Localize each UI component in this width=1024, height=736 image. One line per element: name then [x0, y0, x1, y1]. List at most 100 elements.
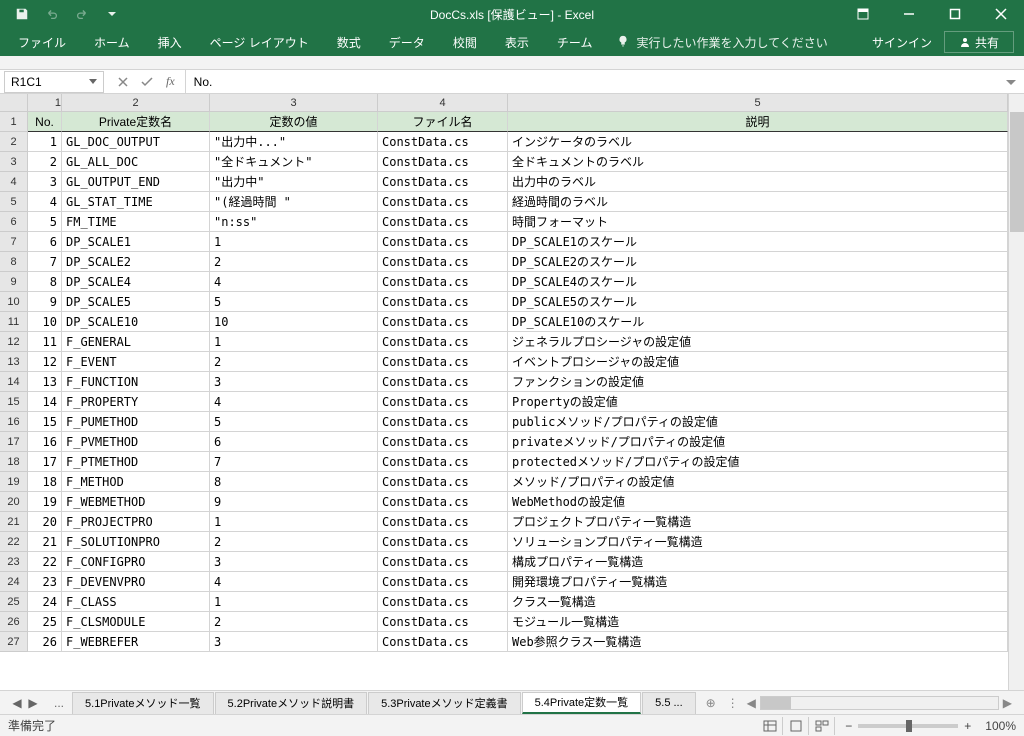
cell[interactable]: ConstData.cs — [378, 612, 508, 632]
col-header[interactable]: 3 — [210, 94, 378, 112]
row-header[interactable]: 15 — [0, 392, 28, 412]
tab-formulas[interactable]: 数式 — [323, 28, 375, 56]
row-header[interactable]: 14 — [0, 372, 28, 392]
cell[interactable]: 10 — [210, 312, 378, 332]
row-header[interactable]: 2 — [0, 132, 28, 152]
cell[interactable]: F_CLASS — [62, 592, 210, 612]
cell[interactable]: ConstData.cs — [378, 632, 508, 652]
row-header[interactable]: 24 — [0, 572, 28, 592]
row-header[interactable]: 17 — [0, 432, 28, 452]
pagebreak-view-button[interactable] — [809, 717, 835, 735]
cell[interactable]: メソッド/プロパティの設定値 — [508, 472, 1008, 492]
cell[interactable]: 4 — [28, 192, 62, 212]
row-header[interactable]: 6 — [0, 212, 28, 232]
header-cell[interactable]: Private定数名 — [62, 112, 210, 132]
cell[interactable]: 12 — [28, 352, 62, 372]
fx-icon[interactable]: fx — [160, 74, 181, 89]
cell[interactable]: 1 — [210, 512, 378, 532]
cell[interactable]: 全ドキュメントのラベル — [508, 152, 1008, 172]
cell[interactable]: F_WEBMETHOD — [62, 492, 210, 512]
cell[interactable]: ConstData.cs — [378, 512, 508, 532]
cell[interactable]: F_GENERAL — [62, 332, 210, 352]
cell[interactable]: ConstData.cs — [378, 592, 508, 612]
cell[interactable]: WebMethodの設定値 — [508, 492, 1008, 512]
row-header[interactable]: 18 — [0, 452, 28, 472]
cell[interactable]: "(経過時間 " — [210, 192, 378, 212]
add-sheet-button[interactable]: ⊕ — [701, 693, 721, 713]
cell[interactable]: ConstData.cs — [378, 152, 508, 172]
cell[interactable]: 18 — [28, 472, 62, 492]
cell[interactable]: 6 — [210, 432, 378, 452]
cell[interactable]: 3 — [210, 552, 378, 572]
cell[interactable]: 20 — [28, 512, 62, 532]
cell[interactable]: ConstData.cs — [378, 292, 508, 312]
cell[interactable]: Propertyの設定値 — [508, 392, 1008, 412]
cell[interactable]: イベントプロシージャの設定値 — [508, 352, 1008, 372]
cell[interactable]: ソリューションプロパティ一覧構造 — [508, 532, 1008, 552]
tab-pagelayout[interactable]: ページ レイアウト — [196, 28, 323, 56]
cell[interactable]: DP_SCALE1 — [62, 232, 210, 252]
cell[interactable]: ConstData.cs — [378, 192, 508, 212]
cell[interactable]: 3 — [28, 172, 62, 192]
cell[interactable]: 5 — [210, 412, 378, 432]
row-header[interactable]: 23 — [0, 552, 28, 572]
tab-review[interactable]: 校閲 — [439, 28, 491, 56]
cell[interactable]: F_METHOD — [62, 472, 210, 492]
cell[interactable]: 10 — [28, 312, 62, 332]
share-button[interactable]: 共有 — [944, 31, 1014, 53]
cell[interactable]: 22 — [28, 552, 62, 572]
cell[interactable]: ConstData.cs — [378, 132, 508, 152]
cell[interactable]: ConstData.cs — [378, 532, 508, 552]
cell[interactable]: "n:ss" — [210, 212, 378, 232]
cell[interactable]: F_PVMETHOD — [62, 432, 210, 452]
cell[interactable]: "全ドキュメント" — [210, 152, 378, 172]
row-header[interactable]: 11 — [0, 312, 28, 332]
cell[interactable]: DP_SCALE1のスケール — [508, 232, 1008, 252]
row-header[interactable]: 26 — [0, 612, 28, 632]
cell[interactable]: 26 — [28, 632, 62, 652]
row-header[interactable]: 5 — [0, 192, 28, 212]
tab-data[interactable]: データ — [375, 28, 439, 56]
row-header[interactable]: 4 — [0, 172, 28, 192]
cell[interactable]: publicメソッド/プロパティの設定値 — [508, 412, 1008, 432]
cell[interactable]: DP_SCALE2のスケール — [508, 252, 1008, 272]
cell[interactable]: GL_ALL_DOC — [62, 152, 210, 172]
cell[interactable]: ConstData.cs — [378, 572, 508, 592]
row-header[interactable]: 10 — [0, 292, 28, 312]
cell[interactable]: "出力中..." — [210, 132, 378, 152]
sheet-tab[interactable]: 5.3Privateメソッド定義書 — [368, 692, 521, 714]
cell[interactable]: 開発環境プロパティ一覧構造 — [508, 572, 1008, 592]
tab-insert[interactable]: 挿入 — [144, 28, 196, 56]
cell[interactable]: 4 — [210, 572, 378, 592]
row-header[interactable]: 27 — [0, 632, 28, 652]
cell[interactable]: 8 — [210, 472, 378, 492]
cell[interactable]: GL_STAT_TIME — [62, 192, 210, 212]
cell[interactable]: ConstData.cs — [378, 332, 508, 352]
zoom-level[interactable]: 100% — [985, 719, 1016, 733]
cell[interactable]: ConstData.cs — [378, 392, 508, 412]
col-header[interactable]: 5 — [508, 94, 1008, 112]
cell[interactable]: DP_SCALE2 — [62, 252, 210, 272]
header-cell[interactable]: 定数の値 — [210, 112, 378, 132]
cell[interactable]: 7 — [210, 452, 378, 472]
cell[interactable]: 16 — [28, 432, 62, 452]
cell[interactable]: 経過時間のラベル — [508, 192, 1008, 212]
header-cell[interactable]: 説明 — [508, 112, 1008, 132]
ribbon-display-button[interactable] — [840, 0, 886, 28]
cell[interactable]: 構成プロパティ一覧構造 — [508, 552, 1008, 572]
header-cell[interactable]: No. — [28, 112, 62, 132]
horizontal-scrollbar[interactable]: ◀ ▶ — [747, 696, 1012, 710]
cell[interactable]: 1 — [210, 592, 378, 612]
tellme-search[interactable]: 実行したい作業を入力してください — [606, 34, 837, 51]
cell[interactable]: DP_SCALE4のスケール — [508, 272, 1008, 292]
row-header[interactable]: 8 — [0, 252, 28, 272]
cell[interactable]: 2 — [210, 532, 378, 552]
cell[interactable]: 17 — [28, 452, 62, 472]
cell[interactable]: F_PTMETHOD — [62, 452, 210, 472]
enter-formula-button[interactable] — [136, 72, 158, 92]
cell[interactable]: ConstData.cs — [378, 172, 508, 192]
cell[interactable]: ConstData.cs — [378, 552, 508, 572]
zoom-in-button[interactable]: + — [964, 719, 971, 733]
row-header[interactable]: 13 — [0, 352, 28, 372]
tab-team[interactable]: チーム — [543, 28, 607, 56]
